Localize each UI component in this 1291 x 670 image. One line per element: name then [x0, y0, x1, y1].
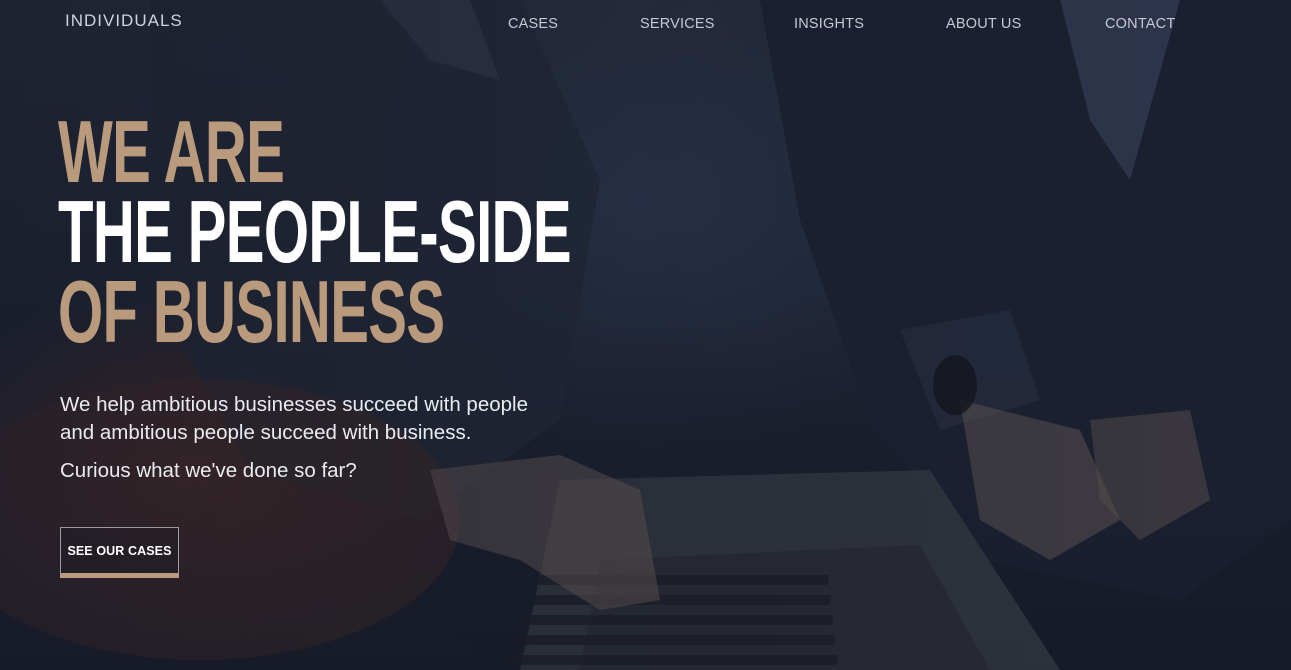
headline-line-3: OF BUSINESS	[58, 262, 445, 361]
main-nav: CASES SERVICES INSIGHTS ABOUT US CONTACT	[0, 14, 1291, 34]
hero-headline: WE ARE THE PEOPLE-SIDE OF BUSINESS	[58, 102, 835, 361]
hero-body-line-2: and ambitious people succeed with busine…	[60, 421, 472, 444]
hero-copy: We help ambitious businesses succeed wit…	[60, 391, 580, 485]
nav-item-insights[interactable]: INSIGHTS	[794, 14, 864, 34]
nav-item-services[interactable]: SERVICES	[640, 14, 715, 34]
headline-line-2: THE PEOPLE-SIDE	[58, 182, 572, 281]
headline-line-1: WE ARE	[58, 102, 285, 201]
nav-item-about-us[interactable]: ABOUT US	[946, 14, 1021, 34]
hero-body-line-1: We help ambitious businesses succeed wit…	[60, 393, 528, 416]
nav-item-contact[interactable]: CONTACT	[1105, 14, 1175, 34]
nav-item-cases[interactable]: CASES	[508, 14, 558, 34]
see-our-cases-button[interactable]: SEE OUR CASES	[60, 527, 179, 578]
hero-question: Curious what we've done so far?	[60, 459, 357, 482]
